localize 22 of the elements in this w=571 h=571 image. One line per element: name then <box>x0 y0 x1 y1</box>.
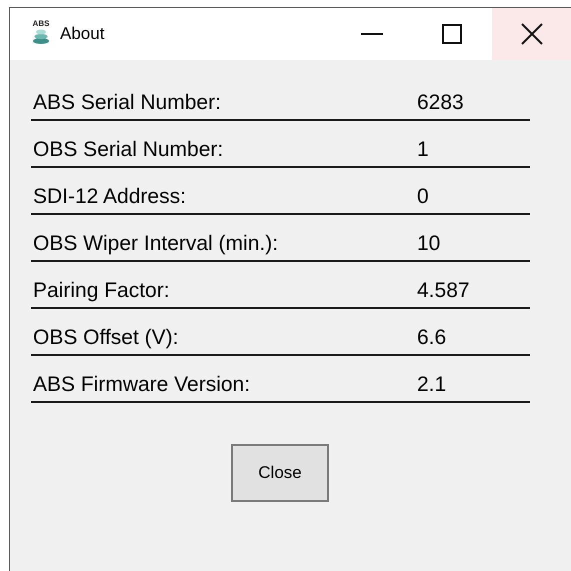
field-value: 1 <box>417 138 429 162</box>
field-value: 6.6 <box>417 326 446 350</box>
app-icon-label: ABS <box>32 19 50 28</box>
field-label: SDI-12 Address: <box>32 185 187 209</box>
close-button[interactable]: Close <box>231 444 329 502</box>
field-label: OBS Offset (V): <box>32 326 180 350</box>
close-button[interactable] <box>492 8 571 60</box>
field-label: Pairing Factor: <box>32 279 171 303</box>
field-label: ABS Firmware Version: <box>32 373 252 397</box>
field-value: 10 <box>417 232 440 256</box>
field-label: ABS Serial Number: <box>32 91 222 115</box>
field-label: OBS Wiper Interval (min.): <box>32 232 280 256</box>
field-value: 6283 <box>417 91 464 115</box>
field-value: 4.587 <box>417 279 470 303</box>
close-icon <box>521 23 543 45</box>
field-label: OBS Serial Number: <box>32 138 224 162</box>
maximize-icon <box>442 24 462 44</box>
field-value: 0 <box>417 185 429 209</box>
stack-icon <box>32 28 50 44</box>
minimize-icon <box>361 33 383 35</box>
window-title: About <box>60 24 104 44</box>
field-value: 2.1 <box>417 373 446 397</box>
